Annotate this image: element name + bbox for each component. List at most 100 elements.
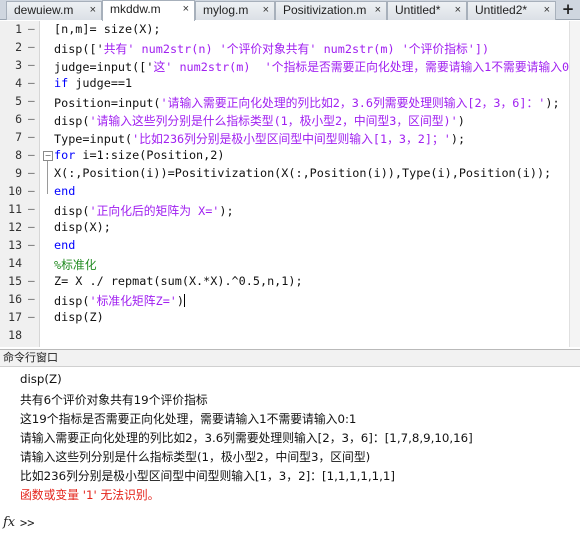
command-window-title: 命令行窗口 bbox=[0, 349, 580, 367]
output-line: 共有6个评价对象共有19个评价指标 bbox=[20, 393, 208, 407]
code-text: Z= X ./ repmat(sum(X.*X).^0.5,n,1); bbox=[54, 274, 303, 288]
code-text: disp('标准化矩阵Z=') bbox=[54, 294, 186, 308]
tab-label: mkddw.m bbox=[110, 2, 161, 16]
code-line: 3– judge=input(['这' num2str(m) '个指标是否需要正… bbox=[0, 57, 580, 75]
function-browser-fx-icon[interactable]: fx bbox=[3, 515, 15, 530]
breakpoint-marker[interactable]: – bbox=[28, 238, 35, 251]
line-number: 13 bbox=[8, 238, 22, 252]
code-line: 13– end bbox=[0, 237, 580, 255]
code-text: end bbox=[54, 184, 76, 198]
breakpoint-marker[interactable]: – bbox=[28, 184, 35, 197]
code-line: 10– end bbox=[0, 183, 580, 201]
line-number: 17 bbox=[8, 310, 22, 324]
breakpoint-marker[interactable]: – bbox=[28, 112, 35, 125]
editor-tab-bar: dewuiew.m × mkddw.m × mylog.m × Positivi… bbox=[0, 0, 580, 21]
line-number: 10 bbox=[8, 184, 22, 198]
breakpoint-marker[interactable]: – bbox=[28, 166, 35, 179]
output-line: 请输入需要正向化处理的列比如2，3.6列需要处理则输入[2，3，6]：[1,7,… bbox=[20, 431, 473, 445]
line-number: 9 bbox=[15, 166, 22, 180]
code-text: for i=1:size(Position,2) bbox=[54, 148, 225, 162]
code-text: Position=input('请输入需要正向化处理的列比如2，3.6列需要处理… bbox=[54, 96, 560, 110]
new-tab-plus-icon[interactable]: + bbox=[558, 1, 578, 19]
code-text: %标准化 bbox=[54, 258, 97, 272]
tab-mkddw[interactable]: mkddw.m × bbox=[102, 0, 195, 21]
line-number: 8 bbox=[15, 148, 22, 162]
breakpoint-marker[interactable]: – bbox=[28, 148, 35, 161]
code-line: 2– disp(['共有' num2str(n) '个评价对象共有' num2s… bbox=[0, 39, 580, 57]
breakpoint-marker[interactable]: – bbox=[28, 202, 35, 215]
code-line: 17– disp(Z) bbox=[0, 309, 580, 327]
code-text: end bbox=[54, 238, 76, 252]
line-number: 11 bbox=[8, 202, 22, 216]
code-line: 12– disp(X); bbox=[0, 219, 580, 237]
tab-dewuiew[interactable]: dewuiew.m × bbox=[6, 1, 102, 20]
code-line: 1– [n,m]= size(X); bbox=[0, 21, 580, 39]
command-prompt-row[interactable]: fx >> bbox=[0, 514, 580, 535]
breakpoint-marker[interactable]: – bbox=[28, 76, 35, 89]
code-text: disp(['共有' num2str(n) '个评价对象共有' num2str(… bbox=[54, 42, 490, 56]
code-line: 18 bbox=[0, 327, 580, 345]
close-icon[interactable]: × bbox=[183, 1, 189, 18]
tab-untitled2[interactable]: Untitled2* × bbox=[467, 1, 556, 20]
code-line: 6– disp('请输入这些列分别是什么指标类型(1，极小型2，中间型3，区间型… bbox=[0, 111, 580, 129]
breakpoint-marker[interactable]: – bbox=[28, 274, 35, 287]
line-number: 15 bbox=[8, 274, 22, 288]
close-icon[interactable]: × bbox=[455, 2, 461, 19]
code-text: disp(Z) bbox=[54, 310, 104, 324]
breakpoint-marker[interactable]: – bbox=[28, 220, 35, 233]
breakpoint-marker[interactable]: – bbox=[28, 58, 35, 71]
tab-label: dewuiew.m bbox=[14, 3, 74, 17]
breakpoint-marker[interactable]: – bbox=[28, 40, 35, 53]
output-line: disp(Z) bbox=[20, 372, 62, 386]
code-line: 5– Position=input('请输入需要正向化处理的列比如2，3.6列需… bbox=[0, 93, 580, 111]
tab-untitled[interactable]: Untitled* × bbox=[387, 1, 467, 20]
code-text: judge=input(['这' num2str(m) '个指标是否需要正向化处… bbox=[54, 60, 580, 74]
line-number: 2 bbox=[15, 40, 22, 54]
breakpoint-marker[interactable]: – bbox=[28, 292, 35, 305]
tab-label: Untitled* bbox=[395, 3, 441, 17]
line-number: 18 bbox=[8, 328, 22, 342]
breakpoint-marker[interactable]: – bbox=[28, 94, 35, 107]
line-number: 1 bbox=[15, 22, 22, 36]
code-line: 7– Type=input('比如236列分别是极小型区间型中间型则输入[1，3… bbox=[0, 129, 580, 147]
code-text: disp('正向化后的矩阵为 X='); bbox=[54, 204, 234, 218]
tab-label: mylog.m bbox=[203, 3, 249, 17]
line-number: 6 bbox=[15, 112, 22, 126]
code-line: 15– Z= X ./ repmat(sum(X.*X).^0.5,n,1); bbox=[0, 273, 580, 291]
tab-mylog[interactable]: mylog.m × bbox=[195, 1, 275, 20]
code-line: 11– disp('正向化后的矩阵为 X='); bbox=[0, 201, 580, 219]
code-text: [n,m]= size(X); bbox=[54, 22, 161, 36]
command-prompt[interactable]: >> bbox=[20, 516, 34, 530]
error-message: 函数或变量 '1' 无法识别。 bbox=[20, 488, 160, 502]
line-number: 14 bbox=[8, 256, 22, 270]
close-icon[interactable]: × bbox=[544, 2, 550, 19]
code-text: disp(X); bbox=[54, 220, 111, 234]
close-icon[interactable]: × bbox=[375, 2, 381, 19]
breakpoint-marker[interactable]: – bbox=[28, 130, 35, 143]
code-line: 14 %标准化 bbox=[0, 255, 580, 273]
code-text: Type=input('比如236列分别是极小型区间型中间型则输入[1，3，2]… bbox=[54, 132, 466, 146]
breakpoint-marker[interactable]: – bbox=[28, 310, 35, 323]
line-number: 7 bbox=[15, 130, 22, 144]
close-icon[interactable]: × bbox=[90, 2, 96, 19]
text-cursor bbox=[184, 294, 186, 307]
tab-positivization[interactable]: Positivization.m × bbox=[275, 1, 387, 20]
command-window[interactable]: disp(Z) 共有6个评价对象共有19个评价指标 这19个指标是否需要正向化处… bbox=[0, 367, 580, 535]
line-number: 5 bbox=[15, 94, 22, 108]
output-line: 请输入这些列分别是什么指标类型(1，极小型2，中间型3，区间型) bbox=[20, 450, 371, 464]
vertical-scrollbar[interactable] bbox=[569, 21, 580, 347]
code-line: 16– disp('标准化矩阵Z=') bbox=[0, 291, 580, 309]
breakpoint-marker[interactable]: – bbox=[28, 22, 35, 35]
tab-label: Untitled2* bbox=[475, 3, 528, 17]
line-number: 12 bbox=[8, 220, 22, 234]
code-line: 9– X(:,Position(i))=Positivization(X(:,P… bbox=[0, 165, 580, 183]
line-number: 16 bbox=[8, 292, 22, 306]
output-line: 这19个指标是否需要正向化处理，需要请输入1不需要请输入0:1 bbox=[20, 412, 357, 426]
code-editor[interactable]: 1– [n,m]= size(X); 2– disp(['共有' num2str… bbox=[0, 21, 580, 347]
close-icon[interactable]: × bbox=[263, 2, 269, 19]
code-text: disp('请输入这些列分别是什么指标类型(1，极小型2，中间型3，区间型)') bbox=[54, 114, 465, 128]
code-text: if judge==1 bbox=[54, 76, 133, 90]
tab-label: Positivization.m bbox=[283, 3, 367, 17]
line-number: 4 bbox=[15, 76, 22, 90]
fold-collapse-icon[interactable]: − bbox=[43, 151, 53, 161]
